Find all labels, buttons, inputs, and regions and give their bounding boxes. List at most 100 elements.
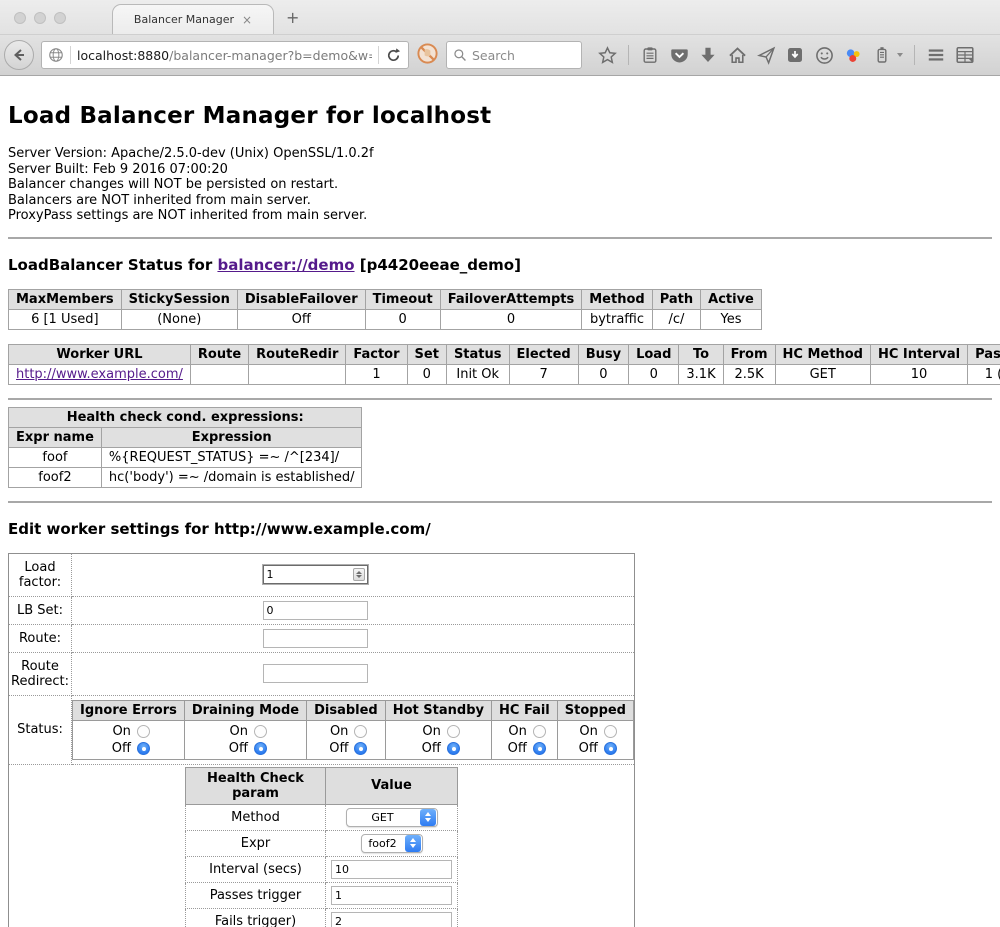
passes-input[interactable] <box>331 886 452 905</box>
divider <box>8 501 992 503</box>
balancer-link[interactable]: balancer://demo <box>217 256 354 274</box>
browser-chrome: Balancer Manager × + localhost:8880/bala… <box>0 0 1000 76</box>
back-icon <box>11 47 27 63</box>
content-block-icon[interactable] <box>416 42 439 69</box>
radio-off[interactable] <box>447 742 460 755</box>
status-cell: OnOff <box>385 720 491 759</box>
table-cell: /c/ <box>652 309 700 329</box>
status-column-header: Stopped <box>557 700 633 720</box>
radio-on-label: On <box>224 724 248 739</box>
radio-off-label: Off <box>417 741 441 756</box>
column-header: To <box>679 344 723 364</box>
table-cell: 3.1K <box>679 364 723 384</box>
table-cell: 0 <box>629 364 679 384</box>
share-icon[interactable] <box>756 45 776 65</box>
reading-list-icon[interactable] <box>640 45 660 65</box>
param-value-cell <box>326 856 458 882</box>
field-label: Route Redirect: <box>9 652 72 695</box>
radio-off-label: Off <box>503 741 527 756</box>
url-bar[interactable]: localhost:8880/balancer-manager?b=demo&w… <box>41 41 409 69</box>
table-cell: 1 <box>346 364 407 384</box>
column-header: Health Check param <box>186 767 326 804</box>
column-header: Expression <box>101 427 362 447</box>
close-window-icon[interactable] <box>14 12 26 24</box>
column-header: Factor <box>346 344 407 364</box>
table-cell: (None) <box>121 309 237 329</box>
nav-toolbar: localhost:8880/balancer-manager?b=demo&w… <box>0 34 1000 76</box>
param-value-cell <box>326 908 458 927</box>
tab-close-icon[interactable]: × <box>242 13 252 27</box>
url-text[interactable]: localhost:8880/balancer-manager?b=demo&w… <box>77 48 372 63</box>
new-tab-button[interactable]: + <box>286 8 299 27</box>
route-input[interactable] <box>263 629 368 648</box>
table-cell: Yes <box>701 309 762 329</box>
menu-icon[interactable] <box>926 45 946 65</box>
reload-icon[interactable] <box>385 47 402 64</box>
page-content: Load Balancer Manager for localhost Serv… <box>0 103 1000 927</box>
route-redirect-input[interactable] <box>263 664 368 683</box>
news-grid-icon[interactable] <box>955 45 975 65</box>
download-icon[interactable] <box>698 45 718 65</box>
param-value-cell <box>326 882 458 908</box>
search-input[interactable] <box>472 48 562 63</box>
table-cell <box>190 364 248 384</box>
field-label: LB Set: <box>9 596 72 624</box>
radio-off[interactable] <box>137 742 150 755</box>
status-cell: On Off <box>492 720 558 759</box>
radio-off[interactable] <box>604 742 617 755</box>
panel-download-icon[interactable] <box>785 45 805 65</box>
radio-on[interactable] <box>137 725 150 738</box>
radio-off[interactable] <box>533 742 546 755</box>
back-button[interactable] <box>4 40 34 70</box>
lb-set-input[interactable] <box>263 601 368 620</box>
url-host: localhost:8880 <box>77 48 169 63</box>
expr-select[interactable]: foof2 <box>361 834 423 853</box>
divider <box>378 46 379 64</box>
method-select[interactable]: GET <box>346 808 438 827</box>
proxypass-note-line: ProxyPass settings are NOT inherited fro… <box>8 208 992 224</box>
home-icon[interactable] <box>727 45 747 65</box>
radio-off[interactable] <box>354 742 367 755</box>
zoom-window-icon[interactable] <box>54 12 66 24</box>
edit-form-table: Load factor:LB Set:Route:Route Redirect:… <box>8 553 635 927</box>
pocket-icon[interactable] <box>669 45 689 65</box>
battery-extension-icon[interactable] <box>872 45 892 65</box>
column-header: Timeout <box>365 289 440 309</box>
radio-on[interactable] <box>447 725 460 738</box>
status-options-table: Ignore ErrorsDraining ModeDisabledHot St… <box>72 700 634 760</box>
window-controls[interactable] <box>14 12 66 24</box>
status-column-header: Hot Standby <box>385 700 491 720</box>
param-value-cell: foof2 <box>326 830 458 856</box>
radio-on-label: On <box>107 724 131 739</box>
minimize-window-icon[interactable] <box>34 12 46 24</box>
field-label: Status: <box>9 695 72 764</box>
radio-on-label: On <box>503 724 527 739</box>
column-header: Active <box>701 289 762 309</box>
radio-off[interactable] <box>254 742 267 755</box>
radio-on-label: On <box>574 724 598 739</box>
tab-bar: Balancer Manager × + <box>0 0 1000 34</box>
worker-url-link[interactable]: http://www.example.com/ <box>16 367 183 382</box>
fails-input[interactable] <box>331 912 452 927</box>
chevron-down-icon[interactable] <box>897 53 903 57</box>
browser-tab[interactable]: Balancer Manager × <box>112 4 274 34</box>
table-cell <box>249 364 346 384</box>
interval-input[interactable] <box>331 860 452 879</box>
radio-on[interactable] <box>604 725 617 738</box>
column-header: Load <box>629 344 679 364</box>
table-cell: 1 (0) <box>968 364 1000 384</box>
load-factor-input[interactable] <box>263 565 368 584</box>
table-cell: 7 <box>509 364 578 384</box>
heading-text: [p4420eeae_demo] <box>355 256 521 274</box>
colors-extension-icon[interactable] <box>843 45 863 65</box>
feedback-smiley-icon[interactable] <box>814 45 834 65</box>
number-stepper-icon[interactable] <box>353 568 365 581</box>
column-header: Passes <box>968 344 1000 364</box>
column-header: Elected <box>509 344 578 364</box>
radio-on[interactable] <box>254 725 267 738</box>
radio-on[interactable] <box>533 725 546 738</box>
radio-on[interactable] <box>354 725 367 738</box>
status-cell: OnOff <box>307 720 386 759</box>
bookmark-star-icon[interactable] <box>597 45 617 65</box>
search-bar[interactable] <box>446 41 582 69</box>
